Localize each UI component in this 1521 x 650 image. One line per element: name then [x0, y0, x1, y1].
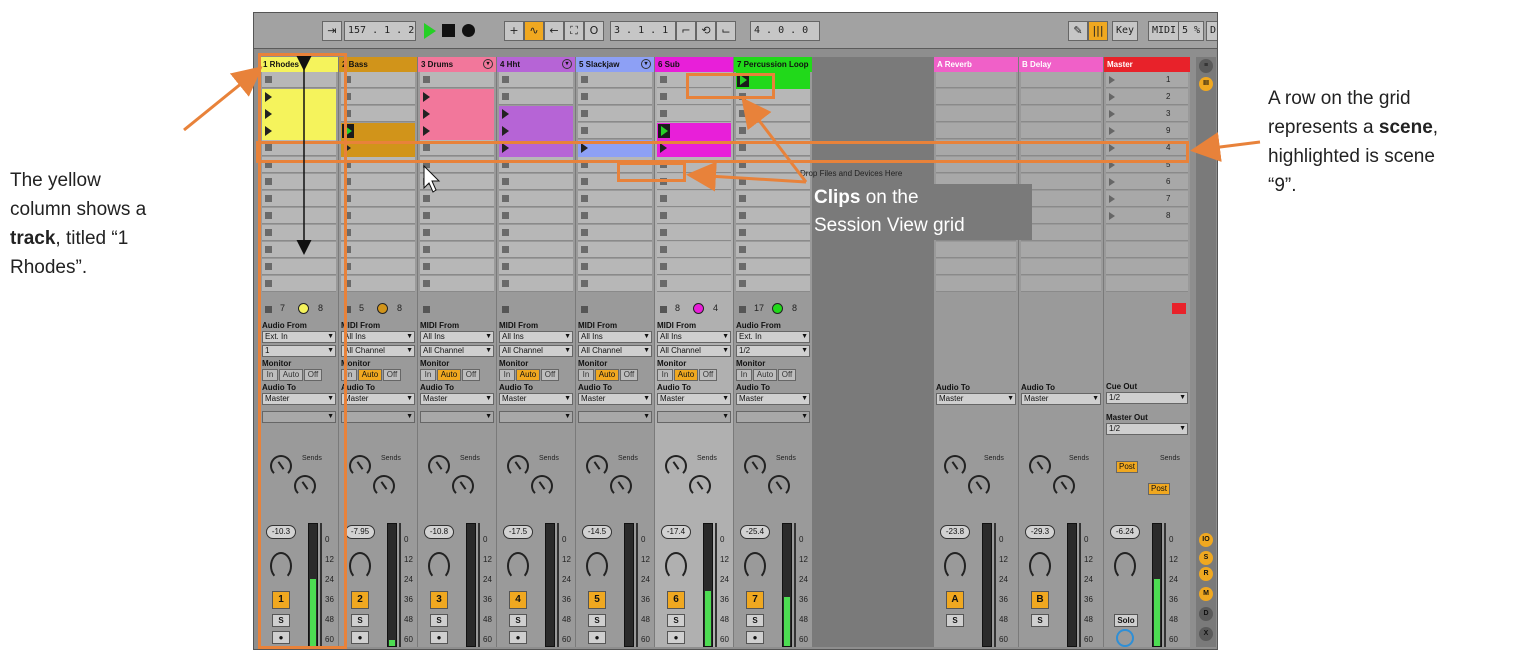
annotation-arrows: [183, 56, 1261, 255]
clip-arrow-2: [686, 161, 807, 192]
clip-arrow-1: [741, 97, 808, 183]
track-arrow: [183, 66, 263, 132]
stage: The yellow column shows a track, titled …: [0, 0, 1521, 650]
mouse-cursor-icon: [423, 164, 441, 193]
scene-arrow: [1190, 132, 1261, 162]
